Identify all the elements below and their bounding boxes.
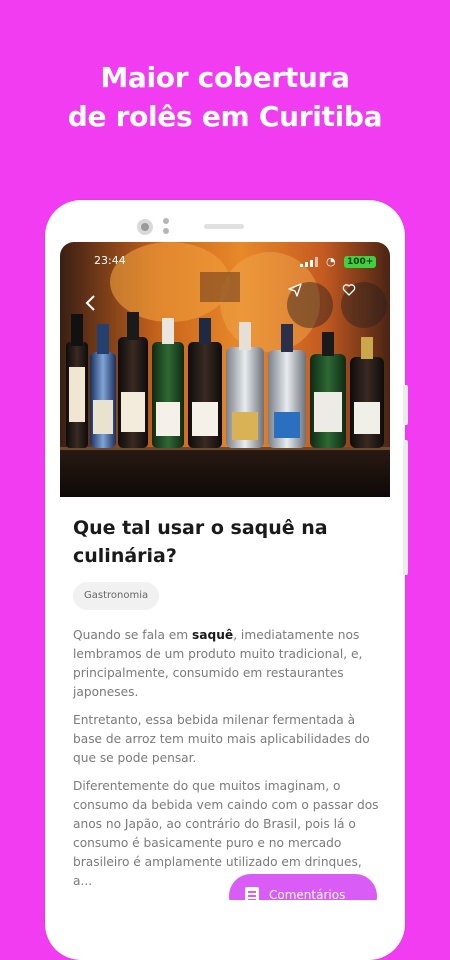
- status-bar: 23:44 ◔ 100+: [60, 252, 390, 272]
- front-camera: [137, 219, 153, 235]
- article-paragraph: Quando se fala em saquê, imediatamente n…: [73, 626, 379, 702]
- send-icon: [287, 282, 333, 298]
- share-button[interactable]: [287, 282, 333, 328]
- category-chip[interactable]: Gastronomia: [73, 582, 160, 610]
- highlight-keyword: saquê: [192, 628, 234, 642]
- chevron-left-icon[interactable]: [84, 294, 98, 312]
- article-hero-image: 23:44 ◔ 100+: [60, 242, 390, 497]
- heart-icon: [341, 282, 387, 298]
- signal-icon: [300, 257, 320, 267]
- article-body: Quando se fala em saquê, imediatamente n…: [73, 626, 379, 900]
- favorite-button[interactable]: [341, 282, 387, 328]
- comments-button[interactable]: Comentários: [229, 874, 377, 900]
- paragraph-text: Quando se fala em: [73, 628, 193, 642]
- promo-line-2: de rolês em Curitiba: [67, 100, 383, 133]
- battery-indicator: 100+: [344, 256, 377, 268]
- article-title: Que tal usar o saquê na culinária?: [73, 517, 328, 567]
- promo-headline: Maior cobertura de rolês em Curitiba: [0, 58, 450, 136]
- document-icon: [245, 887, 259, 900]
- phone-speaker: [204, 224, 244, 229]
- phone-volume-button: [403, 440, 408, 575]
- wifi-icon: ◔: [326, 255, 336, 268]
- app-screen: 23:44 ◔ 100+ Que tal usar o saquê na cul…: [60, 242, 390, 900]
- article-paragraph: Entretanto, essa bebida milenar fermenta…: [73, 713, 370, 765]
- status-time: 23:44: [94, 254, 126, 267]
- phone-power-button: [403, 385, 408, 425]
- phone-sensor: [162, 218, 170, 236]
- promo-line-1: Maior cobertura: [100, 61, 350, 94]
- comments-label: Comentários: [269, 888, 346, 900]
